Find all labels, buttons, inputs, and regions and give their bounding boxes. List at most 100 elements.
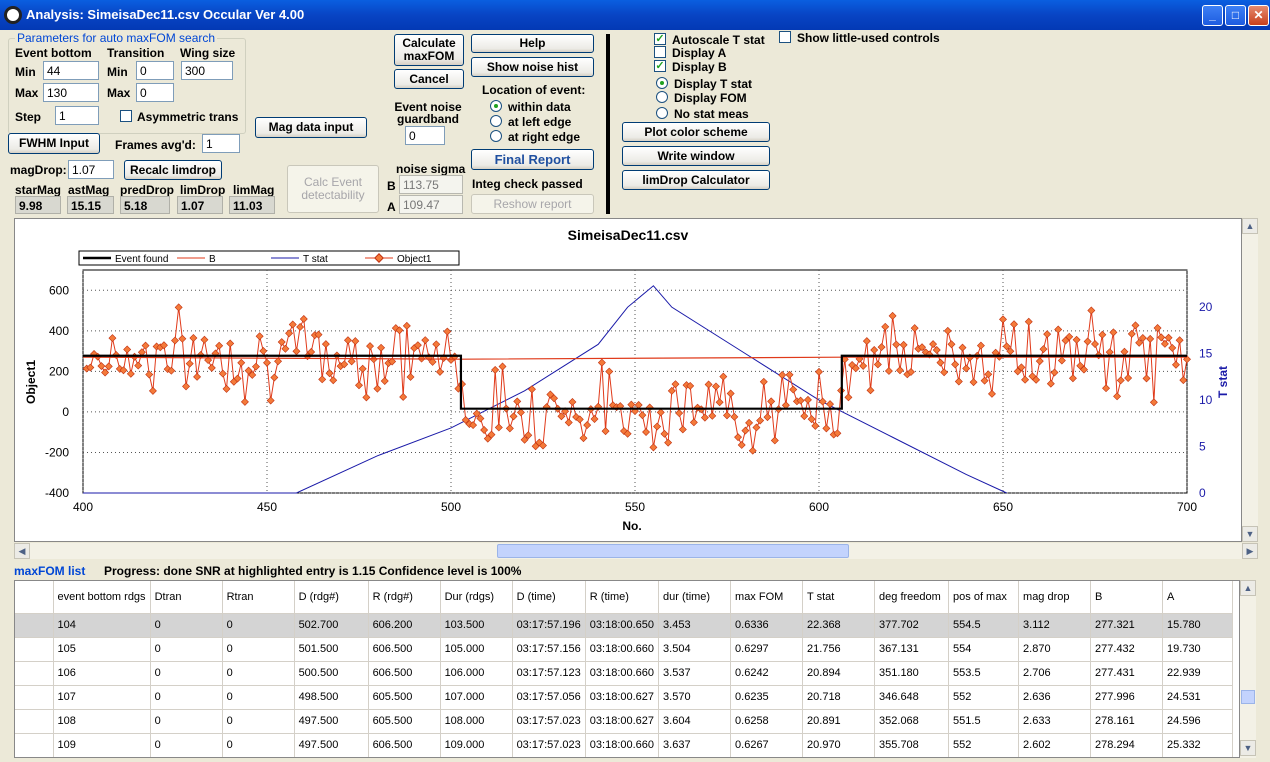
table-cell[interactable]: 0.6242 xyxy=(730,661,804,686)
column-header[interactable]: B xyxy=(1090,581,1164,614)
table-cell[interactable]: 353.051 xyxy=(875,757,949,758)
table-cell[interactable]: 367.131 xyxy=(874,637,950,662)
table-cell[interactable]: 606.500 xyxy=(368,661,441,686)
row-header[interactable] xyxy=(15,733,54,757)
table-cell[interactable]: 0 xyxy=(150,613,223,638)
table-cell[interactable]: 0.6237 xyxy=(731,757,803,758)
show-noise-hist-button[interactable]: Show noise hist xyxy=(471,57,594,77)
table-cell[interactable]: 554 xyxy=(948,637,1020,662)
table-vscroll[interactable]: ▲ ▼ xyxy=(1240,580,1256,758)
plot-color-scheme-button[interactable]: Plot color scheme xyxy=(622,122,770,142)
within-data-radio[interactable] xyxy=(490,100,502,112)
table-cell[interactable]: 22.368 xyxy=(802,613,876,638)
table-cell[interactable]: 277.996 xyxy=(1090,685,1164,710)
magdrop-input[interactable]: 1.07 xyxy=(68,160,114,179)
table-cell[interactable]: 0 xyxy=(150,685,223,710)
scroll-up-icon[interactable]: ▲ xyxy=(1242,218,1258,234)
row-header[interactable] xyxy=(15,661,54,686)
chart-vscroll[interactable]: ▲ ▼ xyxy=(1242,218,1258,542)
column-header[interactable]: dur (time) xyxy=(658,581,732,614)
table-cell[interactable]: 22.939 xyxy=(1162,661,1234,686)
table-cell[interactable]: 105 xyxy=(53,637,151,662)
table-scroll-thumb[interactable] xyxy=(1241,690,1255,704)
maximize-button[interactable]: □ xyxy=(1225,5,1246,26)
row-header[interactable] xyxy=(15,613,54,638)
mag-data-input-button[interactable]: Mag data input xyxy=(255,117,367,138)
table-cell[interactable]: 103.500 xyxy=(440,613,513,638)
reshow-report-button[interactable]: Reshow report xyxy=(471,194,594,214)
scroll-left-icon[interactable]: ◀ xyxy=(14,543,30,559)
table-cell[interactable]: 3.570 xyxy=(658,685,732,710)
table-cell[interactable]: 278.153 xyxy=(1091,757,1163,758)
table-cell[interactable]: 20.894 xyxy=(802,661,876,686)
column-header[interactable]: Rtran xyxy=(222,581,295,614)
table-row[interactable]: 104 0 0 502.700 606.200 103.500 03:17:57.196 03… xyxy=(15,613,1234,638)
table-cell[interactable]: 0 xyxy=(222,637,295,662)
transition-min-input[interactable]: 0 xyxy=(136,61,174,80)
table-row[interactable]: 107 0 0 498.500 605.500 107.000 03:17:57.056 03… xyxy=(15,685,1234,710)
table-cell[interactable]: 606.500 xyxy=(368,757,440,758)
table-cell[interactable]: 108.000 xyxy=(440,709,513,734)
table-cell[interactable]: 03:18:00.660 xyxy=(585,757,658,758)
column-header[interactable]: T stat xyxy=(802,581,876,614)
table-cell[interactable]: 606.500 xyxy=(368,637,441,662)
chart-hscroll[interactable]: ◀ ▶ xyxy=(14,543,1258,559)
table-cell[interactable]: 501.500 xyxy=(294,637,369,662)
table-cell[interactable]: 03:18:00.660 xyxy=(585,661,660,686)
column-header[interactable]: max FOM xyxy=(730,581,804,614)
table-cell[interactable]: 03:18:00.660 xyxy=(585,637,660,662)
table-cell[interactable]: 0.6297 xyxy=(730,637,804,662)
help-button[interactable]: Help xyxy=(471,34,594,53)
calculate-maxfom-button[interactable]: Calculate maxFOM xyxy=(394,34,464,66)
table-cell[interactable]: 03:17:57.196 xyxy=(512,613,586,638)
write-window-button[interactable]: Write window xyxy=(622,146,770,166)
table-cell[interactable]: 03:17:57.056 xyxy=(512,685,586,710)
final-report-button[interactable]: Final Report xyxy=(471,149,594,170)
table-cell[interactable]: 20.970 xyxy=(802,733,876,757)
cancel-button[interactable]: Cancel xyxy=(394,69,464,89)
table-row[interactable]: 105 0 0 501.500 606.500 105.000 03:17:57.156 03… xyxy=(15,637,1234,662)
table-cell[interactable]: 03:17:57.156 xyxy=(512,637,586,662)
table-cell[interactable]: 20.624 xyxy=(803,757,875,758)
hscroll-thumb[interactable] xyxy=(497,544,849,558)
row-header[interactable] xyxy=(15,709,54,734)
column-header[interactable]: Dur (rdgs) xyxy=(440,581,513,614)
minimize-button[interactable]: _ xyxy=(1202,5,1223,26)
column-header[interactable]: A xyxy=(1162,581,1234,614)
table-cell[interactable]: 20.718 xyxy=(802,685,876,710)
table-cell[interactable]: 0 xyxy=(150,637,223,662)
table-cell[interactable]: 0 xyxy=(222,709,295,734)
table-cell[interactable]: 551.5 xyxy=(949,757,1019,758)
table-cell[interactable]: 03:17:56.990 xyxy=(512,757,585,758)
table-cell[interactable]: 109.000 xyxy=(440,733,513,757)
event-bottom-min-input[interactable]: 44 xyxy=(43,61,99,80)
scroll-down-icon[interactable]: ▼ xyxy=(1242,526,1258,542)
table-cell[interactable]: 0 xyxy=(150,757,222,758)
display-fom-radio[interactable] xyxy=(656,91,668,103)
fwhm-input-button[interactable]: FWHM Input xyxy=(8,133,100,154)
table-cell[interactable]: 346.648 xyxy=(874,685,950,710)
close-button[interactable]: ✕ xyxy=(1248,5,1269,26)
frames-avgd-input[interactable]: 1 xyxy=(202,134,240,153)
table-cell[interactable]: 496.500 xyxy=(294,757,368,758)
recalc-limdrop-button[interactable]: Recalc limdrop xyxy=(124,160,222,180)
table-cell[interactable]: 0.6258 xyxy=(730,709,804,734)
table-cell[interactable]: 19.730 xyxy=(1162,637,1234,662)
table-row[interactable]: 11000496.500606.500110.00003:17:56.99003… xyxy=(15,757,1233,758)
limdrop-calculator-button[interactable]: limDrop Calculator xyxy=(622,170,770,190)
row-header[interactable] xyxy=(15,685,54,710)
table-cell[interactable]: 500.500 xyxy=(294,661,369,686)
column-header[interactable]: event bottom rdgs xyxy=(53,581,151,614)
row-header[interactable] xyxy=(15,757,53,758)
table-cell[interactable]: 03:18:00.650 xyxy=(585,613,660,638)
table-cell[interactable]: 551.5 xyxy=(948,709,1020,734)
table-cell[interactable]: 21.756 xyxy=(802,637,876,662)
table-cell[interactable]: 0 xyxy=(222,661,295,686)
table-cell[interactable]: 277.321 xyxy=(1090,613,1164,638)
table-cell[interactable]: 2.602 xyxy=(1018,733,1092,757)
table-scroll-down-icon[interactable]: ▼ xyxy=(1240,740,1256,756)
scroll-right-icon[interactable]: ▶ xyxy=(1242,543,1258,559)
column-header[interactable]: R (rdg#) xyxy=(368,581,441,614)
table-cell[interactable]: 0.6235 xyxy=(730,685,804,710)
table-cell[interactable]: 355.708 xyxy=(874,733,950,757)
